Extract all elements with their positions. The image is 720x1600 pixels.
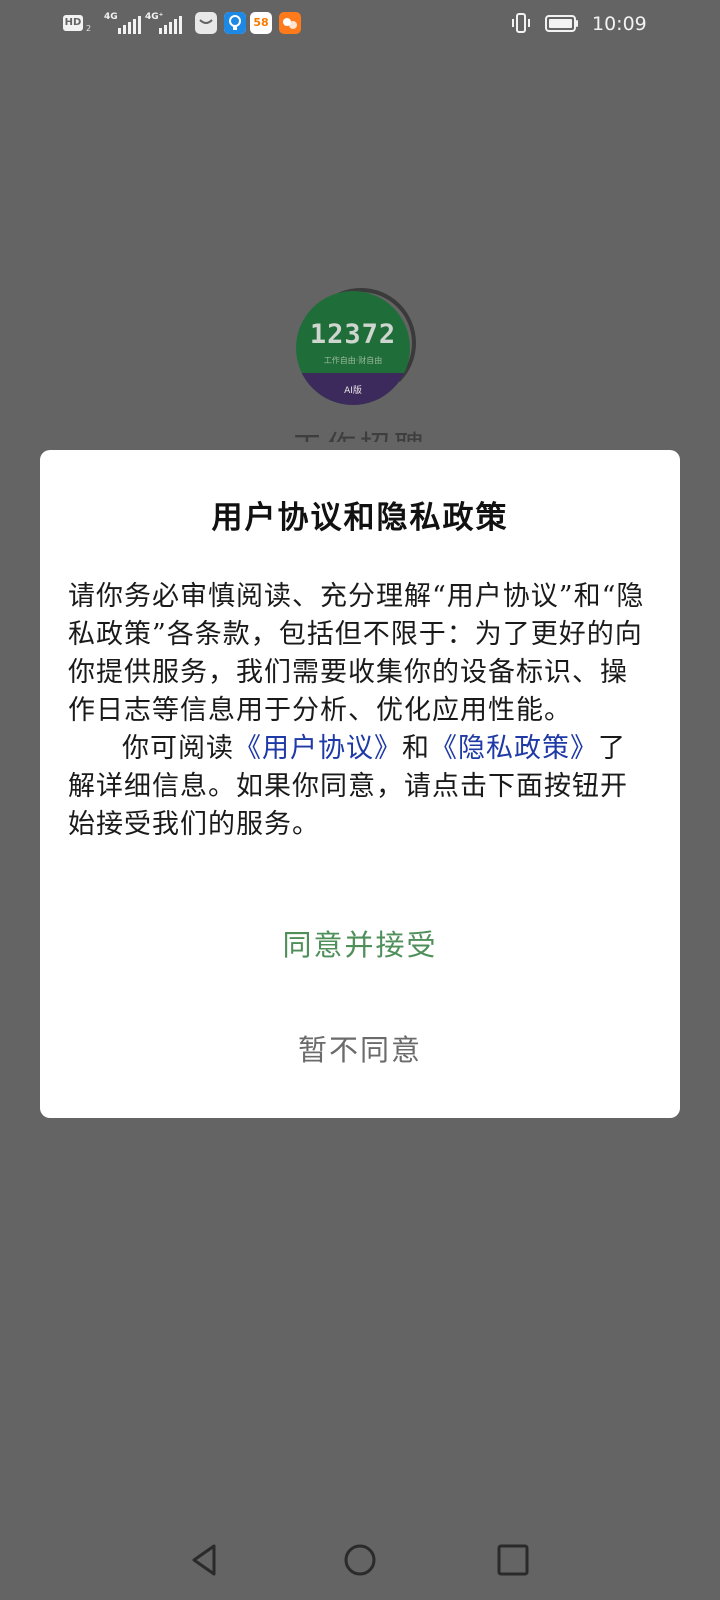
logo-version-tag: AI版 bbox=[344, 386, 362, 396]
paragraph-text: 和 bbox=[402, 733, 430, 764]
logo-disc: 12372 工作自由·财自由 AI版 bbox=[296, 291, 410, 405]
privacy-dialog: 用户协议和隐私政策 请你务必审慎阅读、充分理解“用户协议”和“隐私政策”各条款，… bbox=[40, 450, 680, 1118]
hd-voice-icon: HD bbox=[63, 15, 83, 31]
status-time: 10:09 bbox=[592, 13, 647, 35]
dialog-body: 请你务必审慎阅读、充分理解“用户协议”和“隐私政策”各条款，包括但不限于：为了更… bbox=[68, 578, 652, 844]
dialog-title: 用户协议和隐私政策 bbox=[211, 500, 509, 536]
recent-apps-icon[interactable] bbox=[491, 1538, 535, 1582]
hd-sim-indicator: 2 bbox=[86, 24, 92, 33]
app-logo: 12372 工作自由·财自由 AI版 bbox=[296, 288, 420, 406]
dialog-paragraph: 请你务必审慎阅读、充分理解“用户协议”和“隐私政策”各条款，包括但不限于：为了更… bbox=[68, 581, 645, 726]
logo-slogan: 工作自由·财自由 bbox=[323, 356, 383, 365]
dialog-paragraph-links: 你可阅读《用户协议》和《隐私政策》了解详细信息。如果你同意，请点击下面按钮开始接… bbox=[68, 730, 652, 844]
user-agreement-link[interactable]: 《用户协议》 bbox=[234, 733, 402, 764]
app-name-partial: 工作招聘 bbox=[280, 428, 440, 442]
sim1-network-label: 4G bbox=[104, 12, 118, 22]
bulb-icon bbox=[224, 12, 246, 34]
battery-icon bbox=[545, 15, 579, 32]
signal-sim1-icon: 4G bbox=[104, 12, 142, 36]
58-app-icon: 58 bbox=[250, 12, 272, 34]
message-icon bbox=[195, 12, 217, 34]
paragraph-text: 你可阅读 bbox=[122, 733, 234, 764]
photo-app-icon bbox=[279, 12, 301, 34]
signal-sim2-icon: 4G⁺ bbox=[145, 12, 183, 36]
privacy-policy-link[interactable]: 《隐私政策》 bbox=[430, 733, 598, 764]
vibrate-icon bbox=[510, 12, 532, 34]
status-bar: HD 2 4G 4G⁺ 58 10:09 bbox=[0, 0, 720, 50]
back-icon[interactable] bbox=[184, 1538, 228, 1582]
accept-button[interactable]: 同意并接受 bbox=[240, 920, 480, 970]
home-icon[interactable] bbox=[338, 1538, 382, 1582]
logo-number: 12372 bbox=[309, 319, 397, 350]
decline-button[interactable]: 暂不同意 bbox=[240, 1025, 480, 1075]
